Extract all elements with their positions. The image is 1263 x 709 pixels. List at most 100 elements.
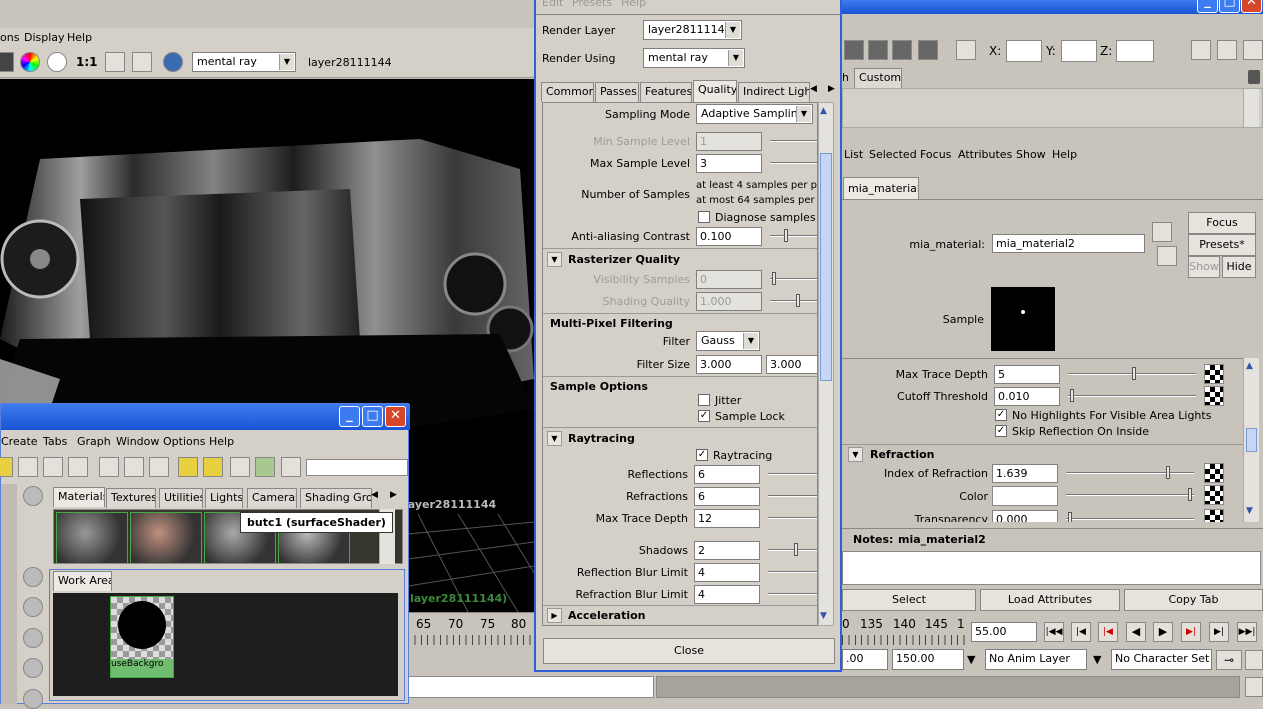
io-connections-icon[interactable] [124, 457, 144, 477]
max-trace-slider[interactable] [1068, 367, 1196, 380]
collapse-triangle-icon[interactable]: ▼ [547, 431, 562, 446]
max-trace-depth-field[interactable]: 12 [694, 509, 760, 528]
key-icon[interactable]: ⊸ [1216, 650, 1242, 670]
go-to-end-icon[interactable]: ▶▶| [1237, 622, 1257, 642]
tab-shading-groups[interactable]: Shading Grou [300, 488, 372, 508]
close-icon[interactable]: ✕ [1241, 0, 1262, 13]
minimize-icon[interactable]: _ [1197, 0, 1218, 13]
shelf-tab-h[interactable]: h [842, 71, 849, 84]
ior-slider[interactable] [1066, 466, 1194, 479]
close-icon[interactable]: ✕ [385, 406, 406, 427]
rasterizer-header[interactable]: Rasterizer Quality [568, 253, 680, 266]
menu-help[interactable]: Help [621, 0, 646, 9]
range-start-field[interactable]: .00 [842, 649, 888, 670]
tab-scroll-left-icon[interactable]: ◀ [371, 490, 378, 500]
quality-scrollbar[interactable]: ▲ ▼ [818, 102, 834, 626]
tab-node[interactable]: mia_material2 [843, 177, 919, 199]
ratio-label[interactable]: 1:1 [76, 55, 98, 69]
show-button[interactable]: Show [1188, 256, 1220, 278]
export-icon[interactable] [132, 52, 152, 72]
refl-blur-field[interactable]: 4 [694, 563, 760, 582]
menu-show[interactable]: Show [1016, 148, 1046, 161]
no-highlights-checkbox[interactable]: ✓ [995, 409, 1007, 421]
shadows-slider[interactable] [768, 543, 817, 556]
snap-icon[interactable] [956, 40, 976, 60]
expand-triangle-icon[interactable]: ▶ [547, 608, 562, 623]
focus-button[interactable]: Focus [1188, 212, 1256, 234]
menu-focus[interactable]: Focus [920, 148, 951, 161]
scroll-down-icon[interactable]: ▼ [1246, 506, 1253, 516]
minimize-icon[interactable]: _ [339, 406, 360, 427]
scroll-thumb[interactable] [820, 153, 832, 381]
aa-contrast-slider[interactable] [770, 229, 817, 242]
hypershade-search-input[interactable] [306, 459, 408, 476]
sphere-icon[interactable] [23, 567, 43, 587]
refraction-header[interactable]: Refraction [870, 448, 935, 461]
graph-color-icon[interactable] [68, 457, 88, 477]
shader-node[interactable]: useBackgro [110, 596, 174, 678]
map-checker-icon[interactable] [1204, 364, 1224, 384]
collapse-triangle-icon[interactable]: ▼ [547, 252, 562, 267]
material-swatch[interactable] [56, 512, 128, 563]
clapboard-icon[interactable] [844, 40, 864, 60]
grid-view[interactable]: layer28111144) [408, 514, 534, 612]
select-button[interactable]: Select [842, 589, 976, 611]
script-editor-icon[interactable] [1245, 677, 1263, 697]
tab-cameras[interactable]: Cameras [247, 488, 297, 508]
tab-work-area[interactable]: Work Area [53, 571, 112, 591]
sphere-icon[interactable] [23, 486, 43, 506]
min-sample-field[interactable]: 1 [696, 132, 762, 151]
tab-materials[interactable]: Materials [53, 487, 105, 507]
input-connections-icon[interactable] [99, 457, 119, 477]
command-line[interactable] [408, 676, 654, 698]
sampling-mode-dropdown[interactable]: Adaptive Sampling ▼ [696, 104, 813, 124]
tabs-bottom-icon[interactable] [203, 457, 223, 477]
menu-options[interactable]: Options [163, 435, 205, 448]
menu-window[interactable]: Window [116, 435, 159, 448]
color-wheel-icon[interactable] [20, 52, 40, 72]
aa-contrast-field[interactable]: 0.100 [696, 227, 762, 246]
shelf-tab-custom[interactable]: Custom [854, 68, 902, 88]
tab-common[interactable]: Common [541, 82, 594, 102]
notes-field[interactable] [842, 551, 1261, 585]
menu-selected[interactable]: Selected [869, 148, 917, 161]
range-end-field[interactable]: 150.00 [892, 649, 964, 670]
white-circle-icon[interactable] [47, 52, 67, 72]
sphere-icon[interactable] [23, 689, 43, 709]
arrow-icon[interactable] [0, 457, 13, 477]
renderer-dropdown[interactable]: mental ray ▼ [192, 52, 296, 72]
cutoff-field[interactable]: 0.010 [994, 387, 1060, 406]
current-frame-field[interactable]: 55.00 [971, 622, 1037, 642]
step-back-key-icon[interactable]: |◀ [1071, 622, 1091, 642]
anim-layer-arrow-icon[interactable]: ▼ [967, 653, 975, 666]
render-settings-icon[interactable] [918, 40, 938, 60]
reflections-field[interactable]: 6 [694, 465, 760, 484]
filter-size-y-field[interactable]: 3.000 [766, 355, 817, 374]
timeline-right[interactable]: 0 135 140 145 1 [842, 615, 968, 649]
transparency-field[interactable]: 0.000 [992, 510, 1058, 522]
collapse-triangle-icon[interactable]: ▼ [848, 447, 863, 462]
trash-icon[interactable] [1248, 70, 1260, 84]
refr-blur-field[interactable]: 4 [694, 585, 760, 604]
min-sample-slider[interactable] [770, 140, 817, 142]
graph-nodes-icon[interactable] [43, 457, 63, 477]
import-icon[interactable] [105, 52, 125, 72]
visibility-field[interactable]: 0 [696, 270, 762, 289]
material-swatch[interactable] [130, 512, 202, 563]
color-slider[interactable] [1066, 488, 1194, 501]
max-sample-field[interactable]: 3 [696, 154, 762, 173]
step-back-key-red-icon[interactable]: |◀ [1098, 622, 1118, 642]
step-forward-key-red-icon[interactable]: ▶| [1181, 622, 1201, 642]
hide-button[interactable]: Hide [1222, 256, 1256, 278]
transparency-slider[interactable] [1066, 512, 1194, 522]
eraser-icon[interactable] [18, 457, 38, 477]
channel-box-icon[interactable] [1191, 40, 1211, 60]
acceleration-header[interactable]: Acceleration [568, 609, 646, 622]
shading-quality-slider[interactable] [770, 294, 817, 307]
prefs-icon[interactable] [1245, 650, 1263, 670]
cutoff-slider[interactable] [1068, 389, 1196, 402]
tab-indirect-lighting[interactable]: Indirect Lighti [738, 82, 810, 102]
refr-blur-slider[interactable] [768, 593, 817, 595]
skip-reflection-checkbox[interactable]: ✓ [995, 425, 1007, 437]
z-field[interactable] [1116, 40, 1154, 62]
